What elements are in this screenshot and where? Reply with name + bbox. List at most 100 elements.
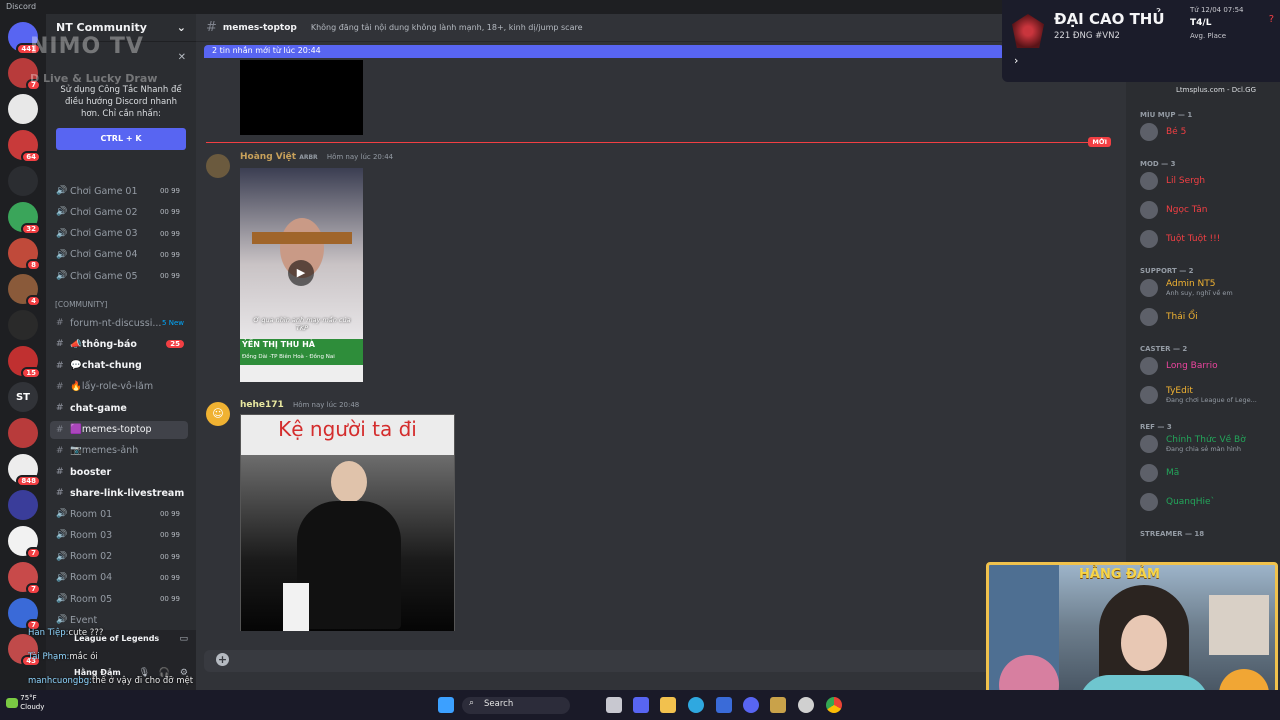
message-composer[interactable]: + — [204, 650, 1109, 672]
quick-switcher-tip: ✕ Sử dụng Công Tắc Nhanh để điều hướng D… — [46, 42, 196, 158]
avatar[interactable] — [206, 154, 230, 178]
channel-item[interactable]: # booster — [50, 463, 188, 481]
chrome-icon[interactable] — [826, 697, 842, 713]
channel-item[interactable]: # 🟪memes-toptop — [50, 420, 188, 439]
channel-name: Room 01 — [70, 508, 113, 520]
server-icon[interactable] — [8, 310, 38, 340]
channel-name: memes-toptop — [222, 22, 297, 33]
channel-name: 🔥lấy-role-vô-lăm — [70, 381, 154, 393]
channel-name: Room 05 — [70, 593, 113, 605]
guild-name: NT Community — [56, 21, 147, 34]
task-view-icon[interactable] — [606, 697, 622, 713]
tip-text: Sử dụng Công Tắc Nhanh để điều hướng Dis… — [60, 85, 182, 119]
screen-share-icon[interactable]: ▭ — [179, 634, 188, 644]
channel-item[interactable]: # 🔥lấy-role-vô-lăm — [50, 378, 188, 396]
server-icon[interactable]: 7 — [8, 526, 41, 559]
channel-item[interactable]: # chat-game — [50, 399, 188, 417]
rank-emblem-icon — [1012, 14, 1044, 48]
server-icon[interactable] — [8, 94, 38, 124]
previous-attachment[interactable] — [240, 60, 363, 135]
avatar — [1140, 357, 1158, 375]
channel-item[interactable]: # 📣thông-báo 25 — [50, 335, 188, 353]
channel-item[interactable]: 🔊 Chơi Game 01 00 99 — [50, 182, 188, 200]
channel-item[interactable]: # forum-nt-discussi... 5 New — [50, 314, 188, 332]
member-item[interactable]: Admin NT5 Anh suy, nghĩ về em — [1140, 279, 1233, 297]
edge-icon[interactable] — [688, 697, 704, 713]
server-icon[interactable] — [8, 490, 38, 520]
stream-chat-line: manhcuongbg:thế ở vậy đi cho đỡ mệt — [28, 676, 193, 686]
message-author[interactable]: hehe171 Hôm nay lúc 20:48 — [240, 400, 359, 410]
avatar — [1140, 493, 1158, 511]
plus-icon[interactable]: + — [216, 653, 229, 666]
channel-item[interactable]: 🔊 Event — [50, 611, 188, 629]
chat-icon[interactable] — [633, 697, 649, 713]
avatar — [1140, 172, 1158, 190]
member-item[interactable]: Mã — [1140, 464, 1179, 482]
channel-item[interactable]: 🔊 Chơi Game 05 00 99 — [50, 267, 188, 285]
message-author[interactable]: Hoàng Việt ARBR Hôm nay lúc 20:44 — [240, 152, 393, 162]
weather-widget[interactable]: 75°F Cloudy — [6, 694, 44, 712]
play-icon[interactable]: ▶ — [288, 260, 314, 286]
member-item[interactable]: Chính Thức Về Bờ Đang chia sẻ màn hình — [1140, 435, 1246, 453]
league-icon[interactable] — [770, 697, 786, 713]
channel-topic[interactable]: Không đăng tải nội dung không lành mạnh,… — [311, 23, 583, 32]
server-icon[interactable]: 4 — [8, 274, 41, 307]
server-icon[interactable]: 64 — [8, 130, 41, 163]
channel-item[interactable]: # 💬chat-chung — [50, 357, 188, 375]
channel-item[interactable]: 🔊 Room 05 00 99 — [50, 590, 188, 608]
channel-item[interactable]: 🔊 Room 03 00 99 — [50, 526, 188, 544]
taskbar-search[interactable]: ⌕ Search — [462, 697, 570, 714]
stream-chat-line: Tài Phạm:mắc ói — [28, 652, 98, 662]
channel-item[interactable]: 🔊 Chơi Game 02 00 99 — [50, 203, 188, 221]
channel-item[interactable]: # 📷memes-ảnh — [50, 442, 188, 460]
nimo-watermark-sub: D Live & Lucky Draw — [30, 72, 158, 85]
member-item[interactable]: Lil Sergh — [1140, 172, 1205, 190]
discord-icon[interactable] — [743, 697, 759, 713]
server-icon[interactable]: 32 — [8, 202, 41, 235]
shortcut-button[interactable]: CTRL + K — [56, 128, 186, 150]
member-name: Ngọc Tân — [1166, 205, 1208, 215]
speaker-icon: 🔊 — [56, 249, 68, 260]
member-item[interactable]: Long Barrio — [1140, 357, 1218, 375]
user-limit: 00 99 — [159, 272, 180, 281]
channel-item[interactable]: 🔊 Room 02 00 99 — [50, 548, 188, 566]
category-header[interactable]: [COMMUNITY] — [55, 300, 107, 309]
channel-header: # memes-toptop Không đăng tải nội dung k… — [196, 14, 1126, 42]
app-title: Discord — [6, 2, 37, 11]
chat-text: cute ??? — [68, 628, 104, 638]
obs-icon[interactable] — [798, 697, 814, 713]
avatar — [1140, 279, 1158, 297]
avatar[interactable]: ☺ — [206, 402, 230, 426]
channel-item[interactable]: 🔊 Chơi Game 04 00 99 — [50, 246, 188, 264]
channel-item[interactable]: 🔊 Room 01 00 99 — [50, 505, 188, 523]
role-header: CASTER — 2 — [1140, 345, 1188, 353]
new-messages-bar[interactable]: 2 tin nhắn mới từ lúc 20:44 — [204, 45, 1004, 58]
server-icon[interactable]: ST — [8, 382, 38, 412]
windows-start-icon[interactable] — [438, 697, 454, 713]
member-item[interactable]: Bé 5 — [1140, 123, 1186, 141]
channel-item[interactable]: 🔊 Chơi Game 03 00 99 — [50, 225, 188, 243]
server-icon[interactable]: 15 — [8, 346, 41, 379]
server-icon[interactable] — [8, 418, 38, 448]
server-icon[interactable]: 8 — [8, 238, 41, 271]
member-name: Mã — [1166, 468, 1180, 478]
server-icon[interactable]: 848 — [8, 454, 41, 487]
taskbar-search-label: Search — [484, 699, 514, 709]
image-attachment[interactable]: Kệ người ta đi — [240, 414, 455, 631]
store-icon[interactable] — [716, 697, 732, 713]
speaker-icon: 🔊 — [56, 509, 68, 519]
member-item[interactable]: QuanqHie` — [1140, 493, 1215, 511]
member-item[interactable]: Ngọc Tân — [1140, 201, 1207, 219]
channel-item[interactable]: 🔊 Room 04 00 99 — [50, 569, 188, 587]
server-icon[interactable] — [8, 166, 38, 196]
member-item[interactable]: TyEdit Đang chơi League of Lege... — [1140, 386, 1257, 404]
file-explorer-icon[interactable] — [660, 697, 676, 713]
close-icon[interactable]: ✕ — [178, 52, 186, 64]
server-rail[interactable]: 441 7 64 32 8 4 15 ST 848 7 7 7 43 — [0, 14, 46, 690]
channel-item[interactable]: # share-link-livestream — [50, 484, 188, 502]
member-item[interactable]: Tuột Tuột !!! — [1140, 230, 1220, 248]
video-attachment[interactable]: ▶ Ơ qua nhìn anh mạy mắn của TKP ỶỀN THỊ… — [240, 168, 363, 382]
member-item[interactable]: Thái Ổi — [1140, 308, 1198, 326]
server-icon[interactable]: 7 — [8, 598, 41, 631]
server-icon[interactable]: 7 — [8, 562, 41, 595]
